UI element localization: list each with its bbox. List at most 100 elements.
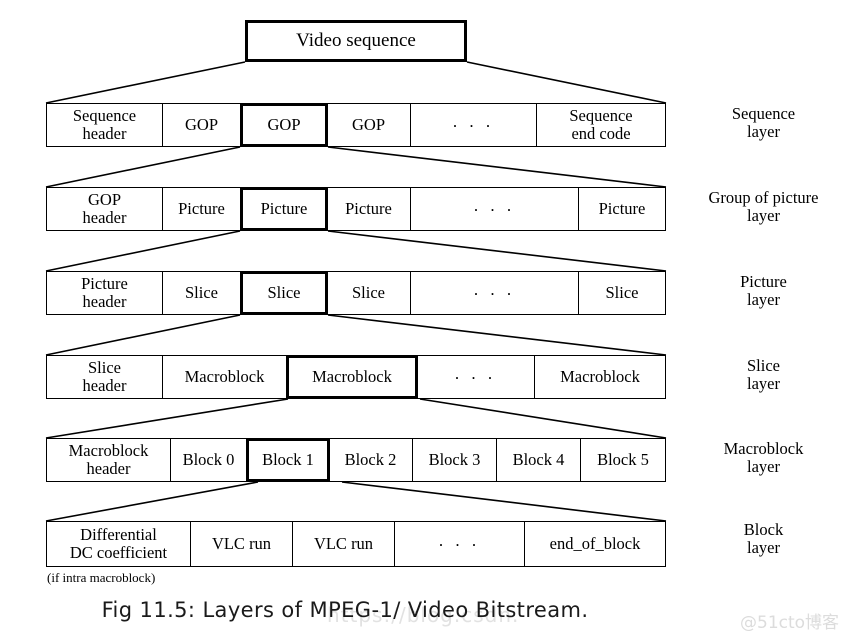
cell-label-line1: Picture [345,199,392,219]
connector-fan-2 [45,230,667,272]
connector-fan-1 [45,146,667,188]
cell-text: . . . [474,280,515,305]
cell-label-line1: Slice [88,358,121,378]
layer-row-block: Differential DC coefficient VLC run VLC run… [46,521,666,567]
cell-macroblock-block-1-2: Block 1 [246,438,330,482]
cell-slice-slice-0: Slice header [47,356,163,398]
layer-label-line2: layer [747,538,780,558]
connector-line-left [45,398,289,439]
cell-macroblock-macroblock-0: Macroblock header [47,439,171,481]
cell-gop-ellipsis-4: . . . [411,188,579,230]
cell-macroblock-block-2-3: Block 2 [329,439,413,481]
cell-text: Differential DC coefficient [70,526,167,562]
cell-text: Slice [352,284,385,302]
cell-sequence-sequence-5: Sequence end code [537,104,665,146]
layer-row-slice: Slice header Macroblock Macroblock . . . Macr… [46,355,666,399]
connector-line-right [327,314,667,356]
cell-text: Slice header [83,359,127,395]
mpeg1-bitstream-layers-diagram: Video sequence Sequence header GOP GOP GOP. … [0,0,853,643]
layer-row-picture: Picture header Slice Slice Slice . . . Slice [46,271,666,315]
cell-macroblock-block-5-6: Block 5 [581,439,665,481]
layer-label-line1: Group of picture [708,188,819,207]
cell-gop-picture-5: Picture [579,188,665,230]
layer-label-line2: layer [747,457,780,477]
cell-text: VLC run [212,535,271,553]
cell-text: GOP header [83,191,127,227]
cell-macroblock-block-4-5: Block 4 [497,439,581,481]
cell-label-line2: header [82,376,127,395]
layer-row-sequence: Sequence header GOP GOP GOP . . . Sequence end … [46,103,666,147]
layer-label-sequence: Sequence layer [676,104,851,142]
layer-label-line1: Picture [740,272,787,291]
cell-label-line1: GOP [267,115,301,135]
cell-label-line1: Slice [605,283,639,303]
cell-label-line1: VLC run [313,534,374,554]
cell-slice-macroblock-4: Macroblock [535,356,665,398]
connector-line-left [45,61,246,104]
cell-text: Macroblock [560,368,640,386]
cell-picture-ellipsis-4: . . . [411,272,579,314]
cell-block-end-of-block-4: end_of_block [525,522,665,566]
cell-label-line1: Block 0 [182,450,235,470]
cell-macroblock-block-0-1: Block 0 [171,439,247,481]
layer-label-line2: layer [747,374,780,394]
cell-slice-macroblock-1: Macroblock [163,356,287,398]
cell-text: Block 3 [429,451,481,469]
cell-label-line2: DC coefficient [69,543,168,562]
cell-picture-picture-0: Picture header [47,272,163,314]
cell-label-line1: Block 2 [344,450,397,470]
cell-text: Sequence header [73,107,136,143]
cell-label-line1: Sequence [569,106,633,126]
layer-label-block: Block layer [676,520,851,558]
cell-text: Macroblock [312,368,392,386]
cell-label-line1: Slice [352,283,385,303]
cell-gop-picture-1: Picture [163,188,241,230]
cell-label-line1: Block 4 [512,450,565,470]
connector-fan-0 [45,61,667,104]
cell-text: Block 1 [262,451,314,469]
video-sequence-box: Video sequence [245,20,467,62]
cell-text: Picture [345,200,392,218]
cell-block-vlc-run-1: VLC run [191,522,293,566]
cell-text: Sequence end code [569,107,632,143]
cell-slice-ellipsis-3: . . . [417,356,535,398]
connector-line-right [466,61,667,104]
cell-label-line1: Macroblock [68,441,149,461]
layer-label-line2: layer [747,290,780,310]
cell-text: Block 5 [597,451,649,469]
cell-text: . . . [439,531,480,556]
cell-label-line1: Picture [598,199,646,219]
cell-label-line1: Macroblock [312,367,392,387]
cell-label-line1: Slice [185,283,218,303]
connector-line-left [45,314,241,356]
cell-text: Block 0 [183,451,235,469]
video-sequence-label: Video sequence [296,30,416,51]
layer-row-gop: GOP header Picture Picture Picture . . . Pictu… [46,187,666,231]
cell-label-line1: Macroblock [560,367,640,387]
cell-text: Slice [185,284,218,302]
cell-label-line2: header [82,292,127,311]
connector-fan-5 [45,481,667,522]
cell-label-line1: GOP [184,115,218,135]
cell-picture-slice-5: Slice [579,272,665,314]
cell-label-line1: Sequence [72,106,137,126]
cell-label-line1: . . . [454,363,497,383]
cell-text: Macroblock [185,368,265,386]
cell-sequence-sequence-0: Sequence header [47,104,163,146]
cell-label-line1: . . . [452,111,495,131]
cell-label-line1: Picture [178,199,225,219]
cell-text: GOP [352,116,385,134]
layer-label-gop: Group of picture layer [676,188,851,226]
intra-macroblock-footnote: (if intra macroblock) [47,570,156,585]
cell-gop-picture-3: Picture [327,188,411,230]
connector-line-left [45,481,259,522]
layer-label-picture: Picture layer [676,272,851,310]
connector-line-right [419,398,667,439]
layer-label-line1: Slice [747,356,780,375]
cell-text: . . . [454,363,497,389]
cell-block-ellipsis-3: . . . [395,522,525,566]
layer-label-line2: layer [747,122,780,142]
cell-label-line1: GOP [87,190,121,210]
connector-line-right [327,146,667,188]
cell-label-line2: header [82,208,127,227]
